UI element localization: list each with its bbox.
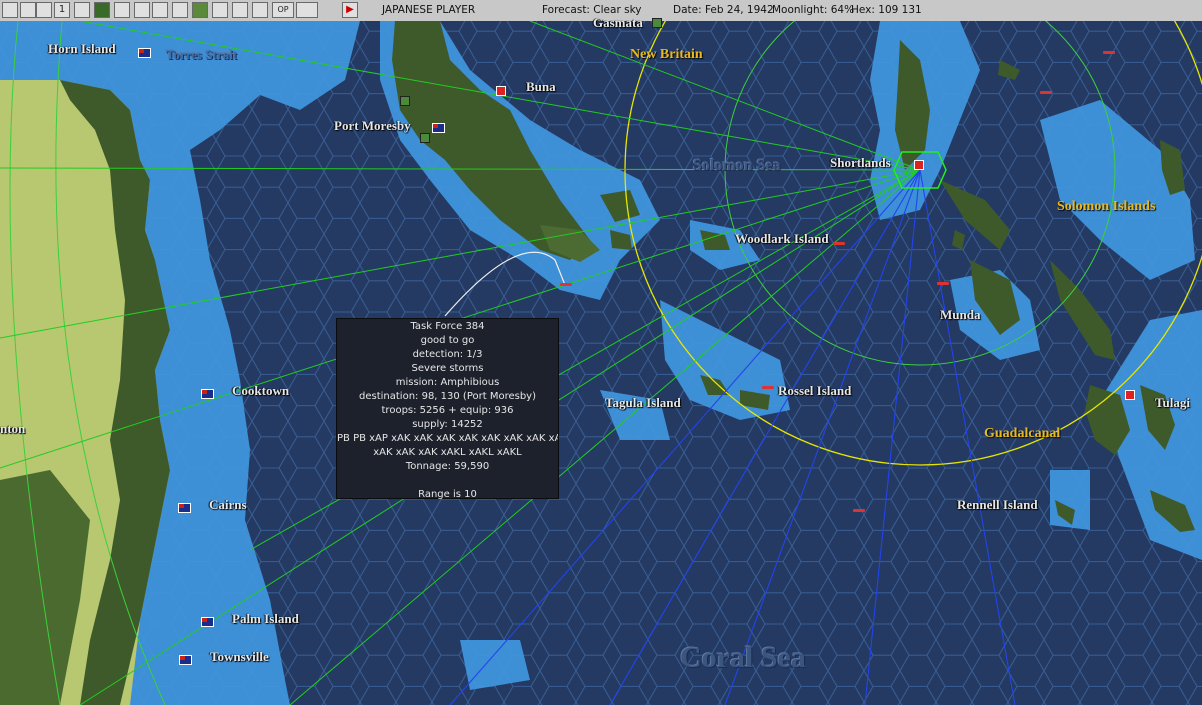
- tooltip-line: Task Force 384: [410, 321, 485, 332]
- ship-marker[interactable]: [1103, 51, 1115, 54]
- ship-marker[interactable]: [560, 283, 572, 286]
- ground-unit-marker[interactable]: [652, 18, 662, 28]
- ground-unit-marker[interactable]: [420, 133, 430, 143]
- route-icon[interactable]: [172, 2, 188, 18]
- place-cairns[interactable]: Cairns: [209, 497, 247, 513]
- ship-marker[interactable]: [762, 386, 774, 389]
- target-icon[interactable]: [252, 2, 268, 18]
- sea-coral-sea: Coral Sea: [680, 641, 806, 674]
- allied-base-flag[interactable]: [178, 503, 191, 513]
- place-gasmata[interactable]: Gasmata: [593, 15, 643, 31]
- ship-marker[interactable]: [853, 509, 865, 512]
- allied-base-flag[interactable]: [432, 123, 445, 133]
- map-view-icon[interactable]: [2, 2, 18, 18]
- tooltip-line: supply: 14252: [412, 419, 483, 430]
- terrain-icon[interactable]: [192, 2, 208, 18]
- tooltip-line: troops: 5256 + equip: 936: [381, 405, 514, 416]
- place-cooktown[interactable]: Cooktown: [232, 383, 289, 399]
- allied-base-flag[interactable]: [179, 655, 192, 665]
- ground-unit-marker[interactable]: [400, 96, 410, 106]
- ship-marker[interactable]: [833, 242, 845, 245]
- rising-sun-icon[interactable]: [74, 2, 90, 18]
- place-rossel-island[interactable]: Rossel Island: [778, 383, 851, 399]
- allied-base-flag[interactable]: [201, 389, 214, 399]
- ground-units-icon[interactable]: [94, 2, 110, 18]
- date-label: Date: Feb 24, 1942: [673, 4, 774, 16]
- hex-label: Hex: 109 131: [851, 4, 922, 16]
- sea-solomon-sea: Solomon Sea: [693, 157, 781, 174]
- player-label: JAPANESE PLAYER: [382, 4, 476, 16]
- air-units-icon[interactable]: [114, 2, 130, 18]
- tooltip-line: destination: 98, 130 (Port Moresby): [359, 391, 536, 402]
- tooltip-line: Tonnage: 59,590: [405, 461, 490, 472]
- japanese-base-marker[interactable]: [496, 86, 506, 96]
- allied-base-flag[interactable]: [138, 48, 151, 58]
- tooltip-line: [337, 474, 558, 488]
- ship-marker[interactable]: [1040, 91, 1052, 94]
- tooltip-line: Range is 10: [418, 489, 477, 500]
- task-force-tooltip: Task Force 384 good to go detection: 1/3…: [336, 318, 559, 500]
- ship-marker[interactable]: [937, 282, 949, 285]
- place-townsville[interactable]: Townsville: [210, 649, 269, 665]
- sea-torres-strait: Torres Strait: [166, 47, 238, 62]
- place-partial-label[interactable]: nton: [0, 421, 25, 437]
- place-shortlands[interactable]: Shortlands: [830, 155, 891, 171]
- ship-icon[interactable]: [152, 2, 168, 18]
- place-tulagi[interactable]: Tulagi: [1155, 395, 1190, 411]
- tooltip-line: detection: 1/3: [412, 349, 483, 360]
- place-palm-island[interactable]: Palm Island: [232, 611, 299, 627]
- place-buna[interactable]: Buna: [526, 79, 556, 95]
- flag-icon[interactable]: [134, 2, 150, 18]
- layers-icon[interactable]: [36, 2, 52, 18]
- monitor-icon[interactable]: [296, 2, 318, 18]
- op-icon[interactable]: OP: [272, 2, 294, 18]
- tooltip-line: Severe storms: [411, 363, 484, 374]
- place-tagula-island[interactable]: Tagula Island: [605, 395, 681, 411]
- region-new-britain: New Britain: [630, 47, 703, 62]
- region-solomon-islands: Solomon Islands: [1057, 199, 1156, 214]
- globe-icon[interactable]: [232, 2, 248, 18]
- japanese-base-marker[interactable]: [914, 160, 924, 170]
- moonlight-label: Moonlight: 64%: [772, 4, 855, 16]
- map-graphics: [0, 21, 1202, 705]
- strategic-map[interactable]: Horn Island Port Moresby Buna Gasmata Sh…: [0, 15, 1202, 705]
- play-icon[interactable]: ▶: [342, 2, 358, 18]
- tooltip-line: xAK xAK xAK xAKL xAKL xAKL: [373, 447, 522, 458]
- chart-icon[interactable]: [212, 2, 228, 18]
- tooltip-line: PB PB xAP xAK xAK xAK xAK xAK xAK xAK xA…: [337, 433, 558, 444]
- tooltip-line: good to go: [420, 335, 475, 346]
- grid-icon[interactable]: [20, 2, 36, 18]
- place-port-moresby[interactable]: Port Moresby: [334, 118, 411, 134]
- place-woodlark-island[interactable]: Woodlark Island: [735, 231, 829, 247]
- japanese-base-marker[interactable]: [1125, 390, 1135, 400]
- tooltip-line: mission: Amphibious: [395, 377, 500, 388]
- region-guadalcanal: Guadalcanal: [984, 426, 1061, 441]
- one-icon[interactable]: 1: [54, 2, 70, 18]
- allied-base-flag[interactable]: [201, 617, 214, 627]
- place-munda[interactable]: Munda: [940, 307, 980, 323]
- place-rennell-island[interactable]: Rennell Island: [957, 497, 1038, 513]
- place-horn-island[interactable]: Horn Island: [48, 41, 116, 57]
